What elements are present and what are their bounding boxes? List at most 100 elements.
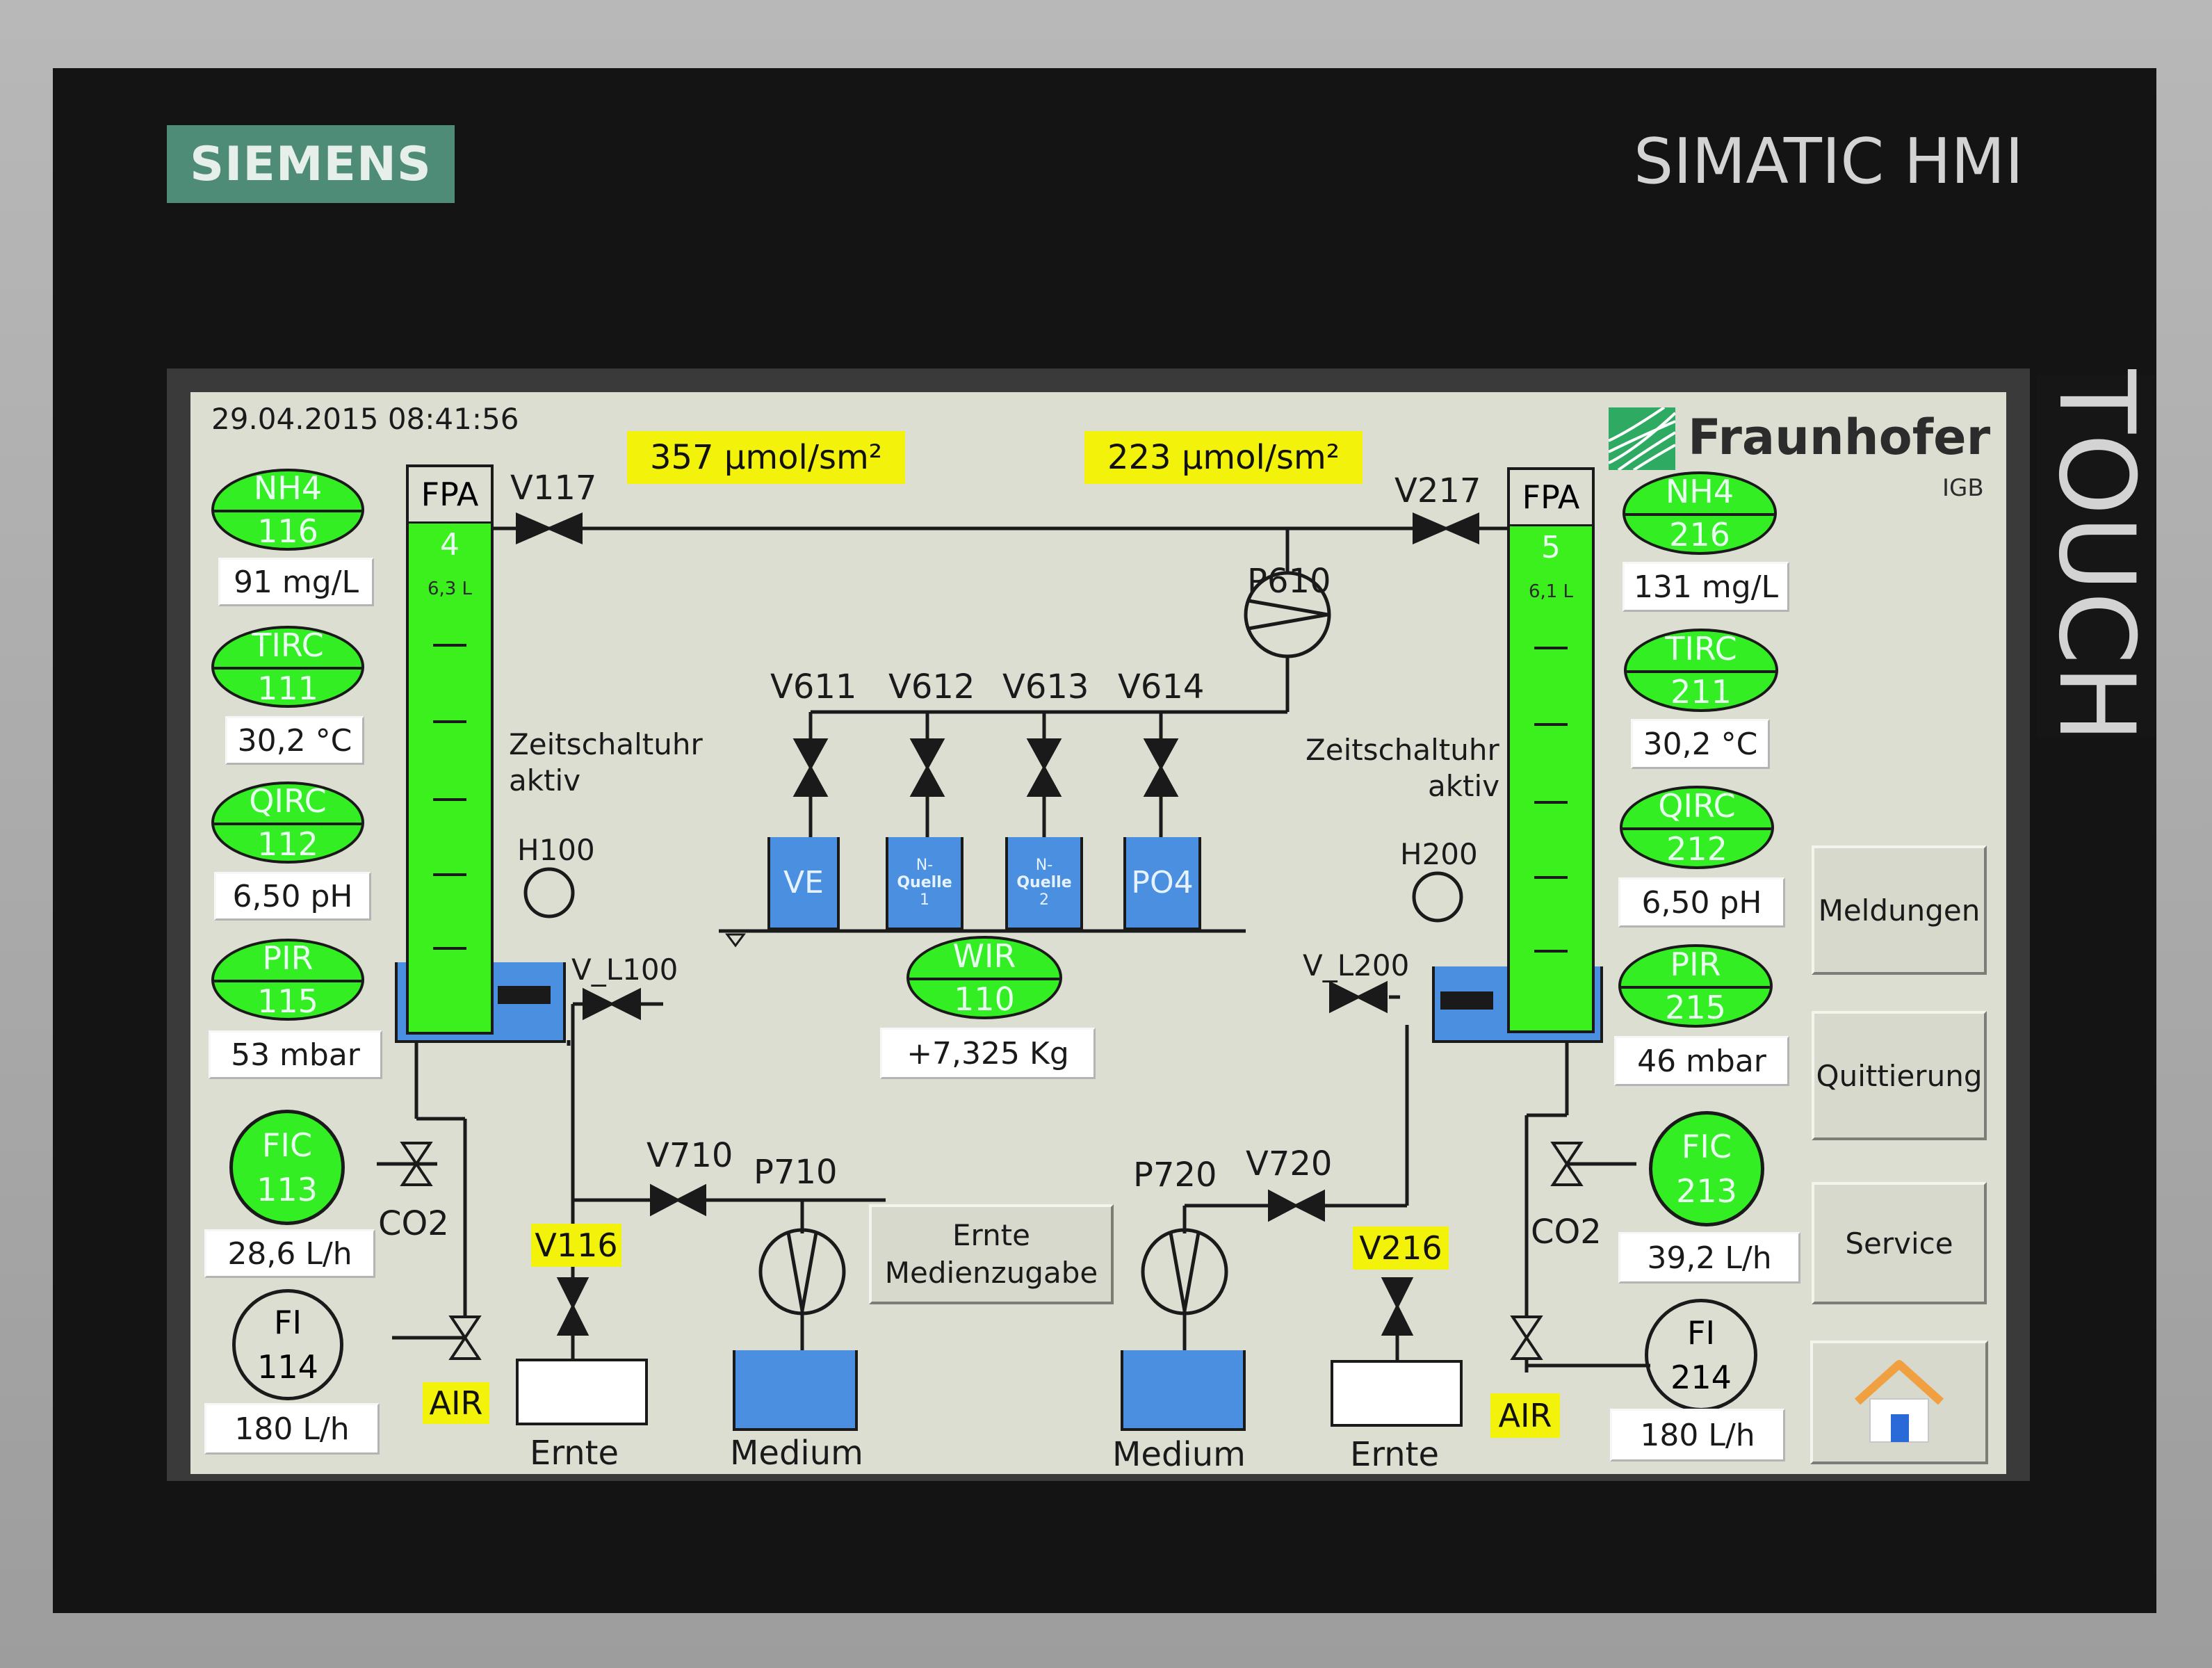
sensor-pir-115[interactable]: PIR 115 [211,939,364,1021]
sensor-tag: FI [273,1304,302,1341]
label-v116: V116 [531,1224,621,1267]
fraunhofer-mark-icon [1609,407,1675,470]
tank-sub: Quelle [1016,873,1072,891]
hmi-screen: 29.04.2015 08:41:56 357 µmol/sm² 223 µmo… [190,392,2006,1474]
harvest-tank-left [516,1359,648,1425]
valve-v117-icon [516,512,583,545]
sensor-id: 216 [1669,516,1730,553]
sensor-qirc-212[interactable]: QIRC 212 [1620,786,1774,869]
label-vl100: V_L100 [571,953,678,987]
sensor-id: 213 [1676,1172,1737,1210]
value-tirc-111: 30,2 °C [225,716,364,765]
simatic-logo: SIMATIC HMI [1634,125,2024,198]
label-p720: P720 [1133,1156,1217,1195]
sensor-tag: FI [1686,1314,1716,1352]
tank-num: 1 [920,891,929,909]
heater-h200-icon [1412,871,1463,923]
valve-v116-icon [556,1277,589,1336]
sensor-tirc-111[interactable]: TIRC 111 [211,626,364,708]
timer-label-left: Zeitschaltuhr [509,727,703,761]
sensor-tirc-211[interactable]: TIRC 211 [1624,629,1778,712]
medium-tank-right [1121,1350,1246,1431]
button-line2: Medienzugabe [884,1256,1098,1290]
tank-ve[interactable]: VE [767,837,840,930]
sensor-id: 212 [1666,830,1727,868]
timer-state-left: aktiv [509,763,581,797]
fpa-4-label: FPA [409,467,491,524]
label-co2-left: CO2 [378,1204,449,1243]
sensor-tag: WIR [952,937,1016,975]
valve-v217-icon [1413,512,1479,545]
button-line1: Ernte [952,1218,1030,1252]
service-button[interactable]: Service [1812,1182,1987,1304]
sensor-fi-114[interactable]: FI 114 [232,1289,343,1400]
value-qirc-212: 6,50 pH [1618,877,1785,928]
sensor-fic-113[interactable]: FIC 113 [229,1110,345,1225]
harvest-label-left: Ernte [530,1434,619,1473]
label-h200: H200 [1400,837,1478,871]
tank-n-quelle-2[interactable]: N- Quelle 2 [1005,837,1083,930]
valve-v611-icon [792,738,829,797]
label-air-right: AIR [1490,1393,1560,1438]
sensor-fic-213[interactable]: FIC 213 [1649,1111,1764,1226]
sensor-id: 112 [257,825,318,863]
sensor-nh4-216[interactable]: NH4 216 [1623,471,1777,555]
sensor-tag: TIRC [1665,630,1737,667]
label-vl200: V_L200 [1303,948,1410,982]
home-button[interactable] [1810,1341,1988,1464]
messages-button[interactable]: Meldungen [1812,845,1987,975]
tank-po4[interactable]: PO4 [1123,837,1201,930]
tank-n-quelle-1[interactable]: N- Quelle 1 [886,837,963,930]
value-nh4-116: 91 mg/L [218,558,374,606]
valve-v710-icon [650,1183,706,1217]
harvest-tank-right [1331,1360,1463,1427]
tank-name: N- [916,856,934,874]
value-wir-110: +7,325 Kg [880,1028,1096,1079]
valve-v216-icon [1381,1277,1414,1336]
sensor-id: 116 [257,512,318,550]
sensor-id: 215 [1665,989,1726,1026]
fraunhofer-sub: IGB [1942,474,1984,502]
sensor-tag: TIRC [252,626,324,664]
sensor-fi-214[interactable]: FI 214 [1645,1299,1757,1411]
harvest-media-button[interactable]: Ernte Medienzugabe [869,1204,1114,1304]
value-qirc-112: 6,50 pH [214,872,371,921]
label-v710: V710 [646,1136,733,1175]
label-h100: H100 [517,833,595,867]
sensor-qirc-112[interactable]: QIRC 112 [211,782,364,864]
value-fic-113: 28,6 L/h [204,1229,375,1278]
datetime: 29.04.2015 08:41:56 [211,402,519,436]
sensor-id: 214 [1670,1359,1732,1396]
label-p710: P710 [754,1153,838,1192]
sensor-pir-215[interactable]: PIR 215 [1618,944,1773,1028]
label-air-left: AIR [423,1382,489,1424]
value-pir-115: 53 mbar [209,1030,382,1079]
label-v613: V613 [1002,667,1089,706]
medium-tank-left [733,1350,858,1431]
acknowledge-button[interactable]: Quittierung [1812,1011,1987,1140]
fpa-5-column[interactable]: FPA 5 6,1 L [1507,467,1595,1033]
timer-state-right: aktiv [1428,769,1500,803]
fpa-5-volume: 6,1 L [1528,581,1574,602]
siemens-logo: SIEMENS [167,125,455,203]
heater-h100-icon [523,867,575,918]
medium-label-right: Medium [1112,1435,1246,1474]
label-p610: P610 [1247,562,1331,601]
sensor-wir-110[interactable]: WIR 110 [906,936,1062,1019]
value-nh4-216: 131 mg/L [1623,562,1789,612]
home-icon [1854,1360,1944,1443]
tank-name: N- [1035,856,1053,874]
valve-v612-icon [909,738,945,797]
tank-num: 2 [1039,891,1049,909]
valve-v720-icon [1268,1189,1325,1222]
label-v117: V117 [510,469,597,508]
sensor-tag: NH4 [253,469,323,507]
fpa-5-label: FPA [1510,470,1592,526]
light-intensity-right: 223 µmol/sm² [1084,431,1363,484]
sensor-nh4-116[interactable]: NH4 116 [211,469,364,551]
sensor-id: 110 [954,980,1015,1018]
fpa-4-column[interactable]: FPA 4 6,3 L [406,464,494,1035]
label-v614: V614 [1118,667,1205,706]
level-indicator-left [498,986,551,1004]
label-v611: V611 [770,667,857,706]
